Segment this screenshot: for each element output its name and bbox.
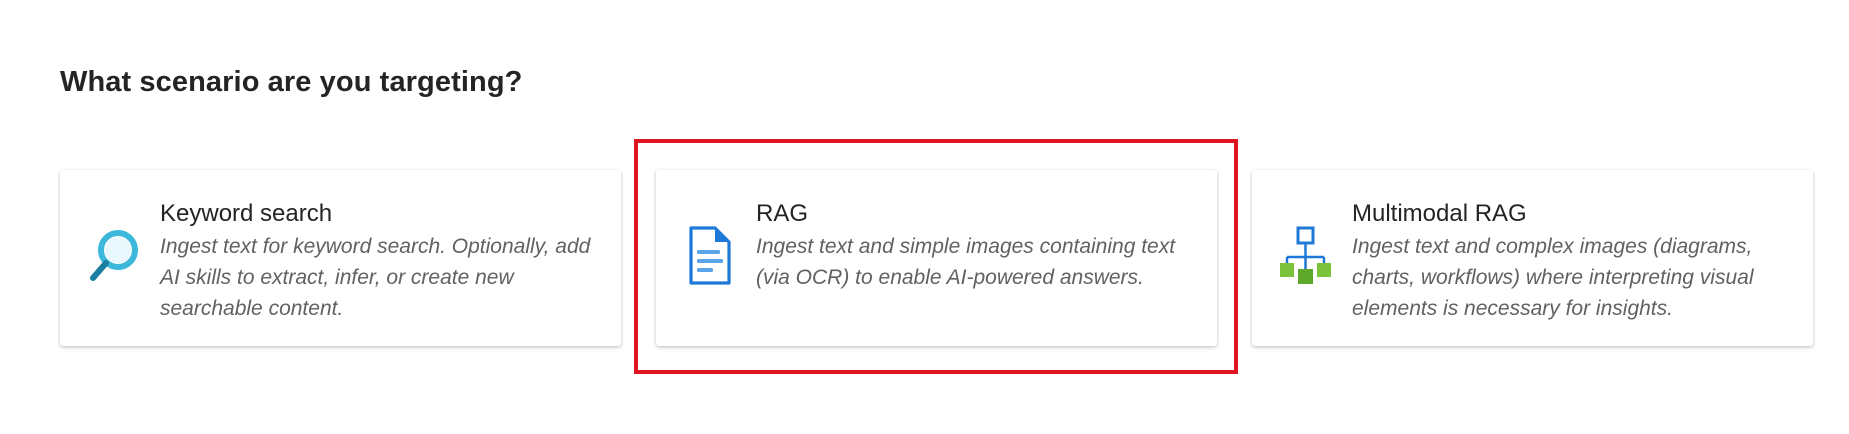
card-title: Multimodal RAG	[1352, 200, 1527, 227]
scenario-page: What scenario are you targeting? Keyword…	[0, 0, 1849, 434]
card-title: RAG	[756, 200, 809, 227]
card-description: Ingest text for keyword search. Optional…	[160, 235, 591, 320]
document-icon	[682, 226, 738, 286]
magnifier-icon	[86, 226, 142, 286]
card-title: Keyword search	[160, 200, 333, 227]
card-description: Ingest text and simple images containing…	[756, 235, 1176, 289]
page-title: What scenario are you targeting?	[60, 66, 523, 98]
keyword-search-card[interactable]: Keyword search Ingest text for keyword s…	[60, 170, 621, 346]
multimodal-rag-card[interactable]: Multimodal RAG Ingest text and complex i…	[1252, 170, 1813, 346]
card-description: Ingest text and complex images (diagrams…	[1352, 235, 1754, 320]
rag-card[interactable]: RAG Ingest text and simple images contai…	[656, 170, 1217, 346]
hierarchy-icon	[1278, 226, 1334, 286]
